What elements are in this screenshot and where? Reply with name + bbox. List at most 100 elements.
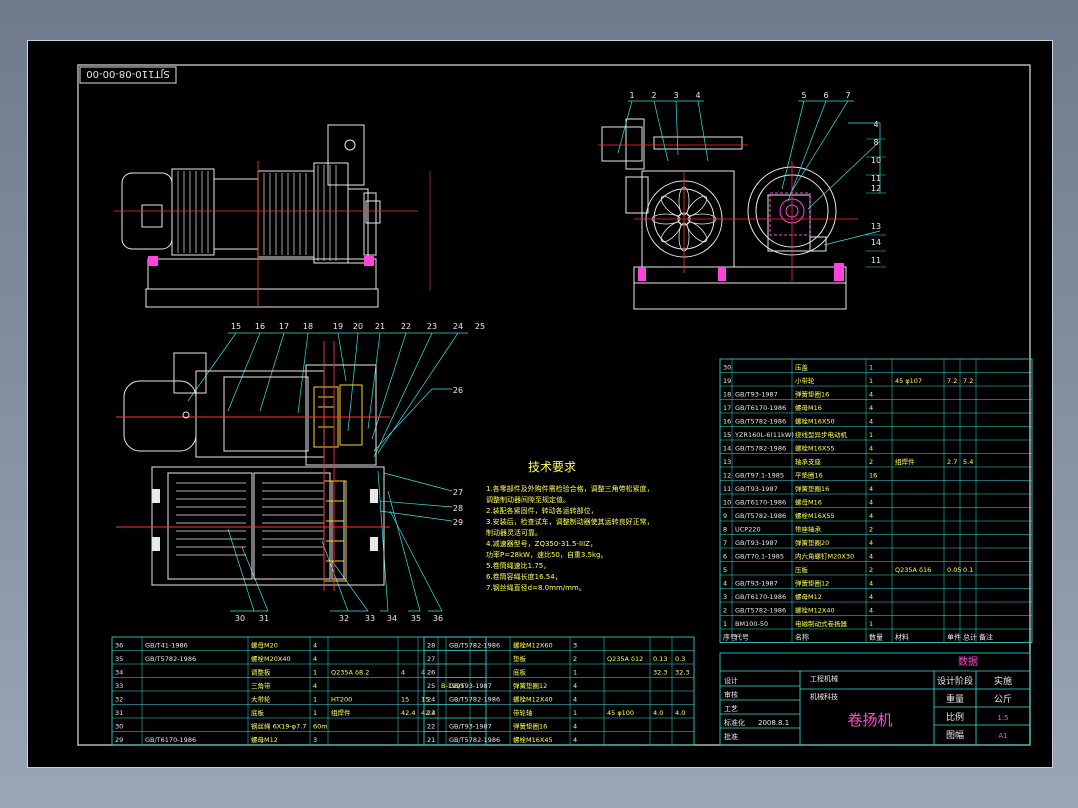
svg-text:23: 23 <box>427 322 437 331</box>
svg-text:14: 14 <box>871 238 881 247</box>
bom-cell: 4 <box>573 736 577 744</box>
tech-req-lines: 1.各零部件及外购件需检验合格，调整三角带松紧度， 调整制动器间隙至规定值。 2… <box>486 484 654 592</box>
bom-cell: Q235A δ12 <box>607 655 643 663</box>
bom-cell: 4 <box>869 553 873 561</box>
bom-cell: GB/T93-1987 <box>735 539 778 547</box>
bom-cell: 0.3 <box>675 655 685 663</box>
bom-cell: 2.7 <box>947 458 957 466</box>
bom-cell: 34 <box>115 669 123 677</box>
bom-cell: 31 <box>115 709 123 717</box>
svg-text:32: 32 <box>339 614 349 623</box>
svg-text:调整制动器间隙至规定值。: 调整制动器间隙至规定值。 <box>486 495 570 504</box>
svg-text:34: 34 <box>387 614 397 623</box>
bom-cell: 螺栓M16X55 <box>795 444 835 453</box>
title-block-fields: 设计阶段 实施 重量 公斤 比例 1:5 图幅 A1 <box>937 675 1012 741</box>
balloons-plan-right: 26 27 28 29 <box>453 386 463 527</box>
bom-header-cell: 数量 <box>869 633 883 642</box>
svg-text:36: 36 <box>433 614 443 623</box>
bom-cell: 36 <box>115 642 123 650</box>
title-block-product-name: 卷扬机 <box>847 711 892 729</box>
svg-text:4.减速器型号，ZQ350-31.5-IIIZ，: 4.减速器型号，ZQ350-31.5-IIIZ， <box>486 539 597 548</box>
svg-text:16: 16 <box>255 322 265 331</box>
bom-cell: 绕线型异步电动机 <box>795 430 848 439</box>
side-view-bearing <box>769 192 811 236</box>
svg-text:31: 31 <box>259 614 269 623</box>
bom-cell: GB/T93-1987 <box>449 723 492 731</box>
bom-cell: Q235A δ16 <box>895 566 931 574</box>
bom-cell: 0.13 <box>653 655 667 663</box>
bom-cell: 4 <box>573 723 577 731</box>
title-block-company: 工程机械 <box>810 674 838 683</box>
bom-cell: 7.2 <box>963 377 973 385</box>
svg-text:设计阶段: 设计阶段 <box>937 675 973 687</box>
bom-cell: 组焊件 <box>331 708 351 717</box>
cad-drawing: SJT110-08-00-00 1 2 3 4 5 6 7 4 8 10 11 … <box>77 64 1033 746</box>
bom-cell: 30 <box>723 364 731 372</box>
bom-cell: 4.0 <box>653 709 663 717</box>
bom-cell: 2 <box>723 607 727 615</box>
svg-text:17: 17 <box>279 322 289 331</box>
svg-text:21: 21 <box>375 322 385 331</box>
bom-cell: 弹簧垫圈16 <box>795 390 829 399</box>
bom-cell: 螺栓M16X45 <box>513 735 553 744</box>
bom-cell: 2 <box>869 458 873 466</box>
bom-cell: GB/T5782-1986 <box>735 607 786 615</box>
svg-text:重量: 重量 <box>946 693 964 705</box>
bom-cell: 16 <box>869 472 877 480</box>
bom-cell: 螺栓M12X60 <box>513 641 553 650</box>
bom-cell: 32.3 <box>675 669 689 677</box>
bom-cell: 螺母M12 <box>795 592 822 601</box>
svg-text:11: 11 <box>871 174 881 183</box>
bom-cell: GB/T5782-1986 <box>735 512 786 520</box>
bom-cell: 内六角螺钉M20X30 <box>795 552 854 561</box>
svg-text:28: 28 <box>453 504 463 513</box>
bom-cell: 19 <box>723 377 731 385</box>
bom-cell: 12 <box>723 472 731 480</box>
bom-cell: 电磁制动式卷扬器 <box>795 619 848 628</box>
bom-cell: 底板 <box>251 708 265 717</box>
bom-cell: 1 <box>573 669 577 677</box>
svg-text:2: 2 <box>651 91 656 100</box>
svg-text:设计: 设计 <box>724 676 738 685</box>
bom-cell: GB/T5782-1986 <box>735 418 786 426</box>
bom-header-cell: 单件 <box>947 633 961 642</box>
bom-cell: 弹簧垫圈16 <box>513 722 547 731</box>
bom-cell: 螺栓M16X50 <box>795 417 835 426</box>
bom-cell: 22 <box>427 723 435 731</box>
svg-text:13: 13 <box>871 222 881 231</box>
bom-cell: 组焊件 <box>895 457 915 466</box>
bom-header-cell: 备注 <box>979 633 993 642</box>
bom-cell: 1 <box>313 696 317 704</box>
front-view-pulley-hole <box>344 139 356 151</box>
bom-cell: 垫板 <box>513 654 527 663</box>
svg-text:7: 7 <box>845 91 850 100</box>
cad-viewport[interactable]: SJT110-08-00-00 1 2 3 4 5 6 7 4 8 10 11 … <box>27 40 1053 768</box>
bom-cell: 17 <box>723 404 731 412</box>
svg-text:公斤: 公斤 <box>994 694 1012 705</box>
front-view <box>121 124 381 308</box>
bom-cell: 4 <box>869 607 873 615</box>
title-block-unit: 机械科技 <box>810 692 838 701</box>
bom-cell: 4 <box>869 499 873 507</box>
svg-text:实施: 实施 <box>994 675 1012 687</box>
svg-text:功率P=28kW，速比50，自重3.5kg。: 功率P=28kW，速比50，自重3.5kg。 <box>486 550 608 559</box>
bom-cell: 螺栓M16X55 <box>795 511 835 520</box>
bom-cell: 4 <box>313 642 317 650</box>
bom-cell: 4 <box>573 682 577 690</box>
svg-text:图幅: 图幅 <box>946 729 964 741</box>
bom-cell: 4 <box>869 593 873 601</box>
svg-text:审核: 审核 <box>724 690 738 699</box>
svg-text:25: 25 <box>475 322 485 331</box>
bom-cell: 螺母M16 <box>795 403 822 412</box>
bom-cell: 带轮轴 <box>513 708 533 717</box>
bom-cell: HT200 <box>331 696 352 704</box>
drawing-frame <box>77 64 1031 746</box>
bom-cell: 28 <box>427 642 435 650</box>
bom-cell: 45 φ107 <box>895 377 922 385</box>
bom-table-right: 30 压盖 119 小带轮 1 45 φ107 7.2 7.218 GB/T93-1987 弹簧垫… <box>719 358 1033 643</box>
bom-cell: 螺母M20 <box>251 641 278 650</box>
svg-text:18: 18 <box>303 322 313 331</box>
bom-cell: 32.3 <box>653 669 667 677</box>
bom-cell: 4 <box>869 580 873 588</box>
bom-cell: 35 <box>115 655 123 663</box>
